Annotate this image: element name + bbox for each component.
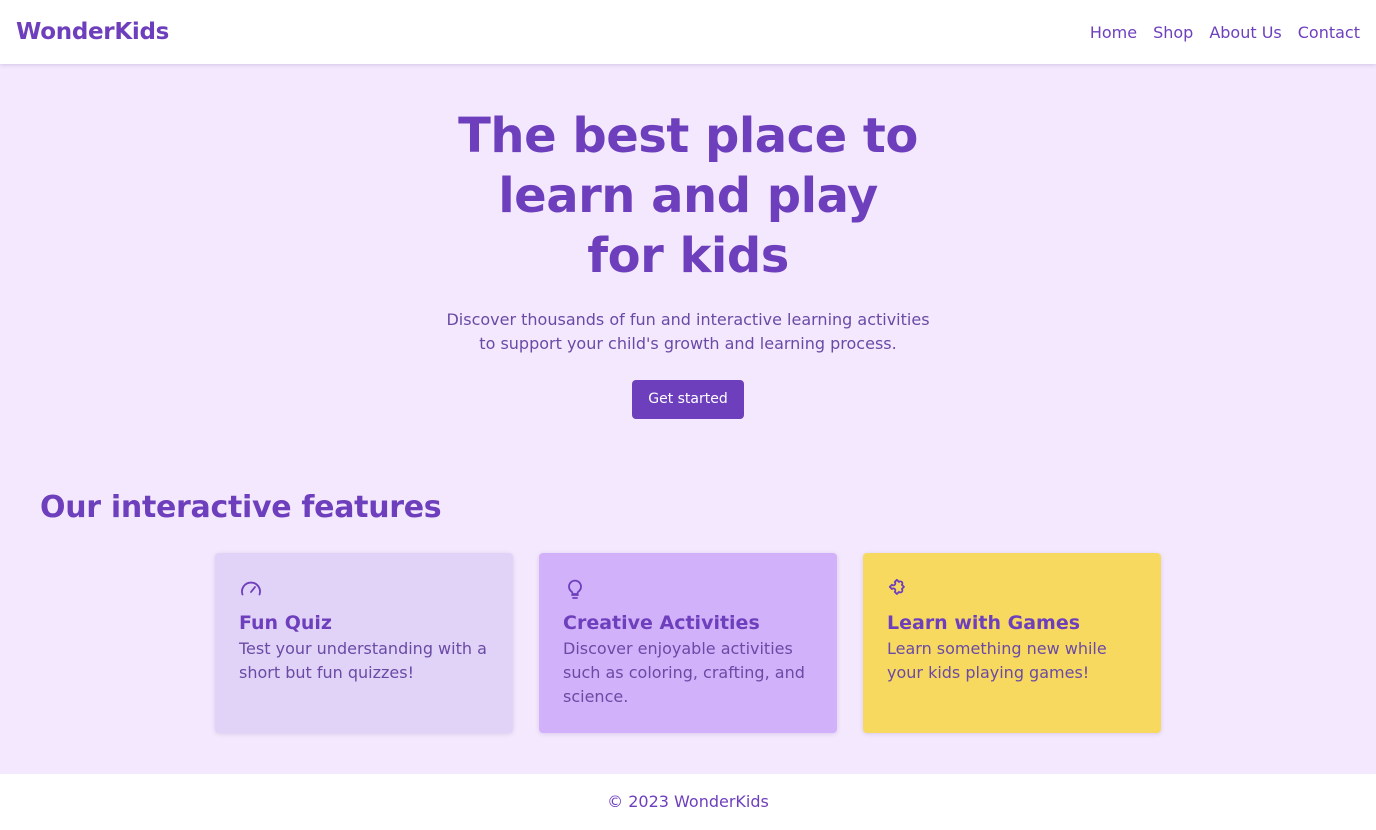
feature-cards: Fun Quiz Test your understanding with a … — [215, 553, 1161, 733]
nav-link-about-us[interactable]: About Us — [1209, 23, 1281, 42]
hero-subtitle-line: to support your child's growth and learn… — [479, 334, 897, 353]
features-title: Our interactive features — [40, 490, 442, 525]
hero-title: The best place to learn and play for kid… — [0, 64, 1376, 286]
hero-title-line: The best place to — [458, 108, 918, 164]
feature-card-text: Discover enjoyable activities such as co… — [563, 639, 805, 706]
feature-card-text: Test your understanding with a short but… — [239, 639, 487, 682]
feature-card-title: Fun Quiz — [239, 612, 332, 634]
feature-card-learn-with-games[interactable]: Learn with Games Learn something new whi… — [863, 553, 1161, 733]
feature-card-text: Learn something new while your kids play… — [887, 639, 1107, 682]
get-started-button[interactable]: Get started — [632, 380, 744, 419]
footer: © 2023 WonderKids — [0, 774, 1376, 830]
nav-link-contact[interactable]: Contact — [1298, 23, 1360, 42]
nav-link-home[interactable]: Home — [1090, 23, 1137, 42]
hero-subtitle: Discover thousands of fun and interactiv… — [0, 308, 1376, 356]
feature-card-title: Learn with Games — [887, 612, 1081, 634]
hero-section: The best place to learn and play for kid… — [0, 64, 1376, 419]
hero-title-line: learn and play — [498, 168, 878, 224]
navbar: WonderKids Home Shop About Us Contact — [0, 0, 1376, 64]
hero-title-line: for kids — [587, 228, 789, 284]
puzzle-icon — [888, 578, 905, 595]
brand-logo[interactable]: WonderKids — [16, 19, 169, 45]
nav-link-shop[interactable]: Shop — [1153, 23, 1193, 42]
hero-subtitle-line: Discover thousands of fun and interactiv… — [446, 310, 930, 329]
nav-links: Home Shop About Us Contact — [1090, 23, 1360, 42]
feature-card-creative-activities[interactable]: Creative Activities Discover enjoyable a… — [539, 553, 837, 733]
lightbulb-icon — [568, 579, 582, 599]
feature-card-title: Creative Activities — [563, 612, 760, 634]
gauge-icon — [241, 581, 261, 596]
feature-card-fun-quiz[interactable]: Fun Quiz Test your understanding with a … — [215, 553, 513, 733]
footer-copyright: © 2023 WonderKids — [607, 792, 769, 811]
